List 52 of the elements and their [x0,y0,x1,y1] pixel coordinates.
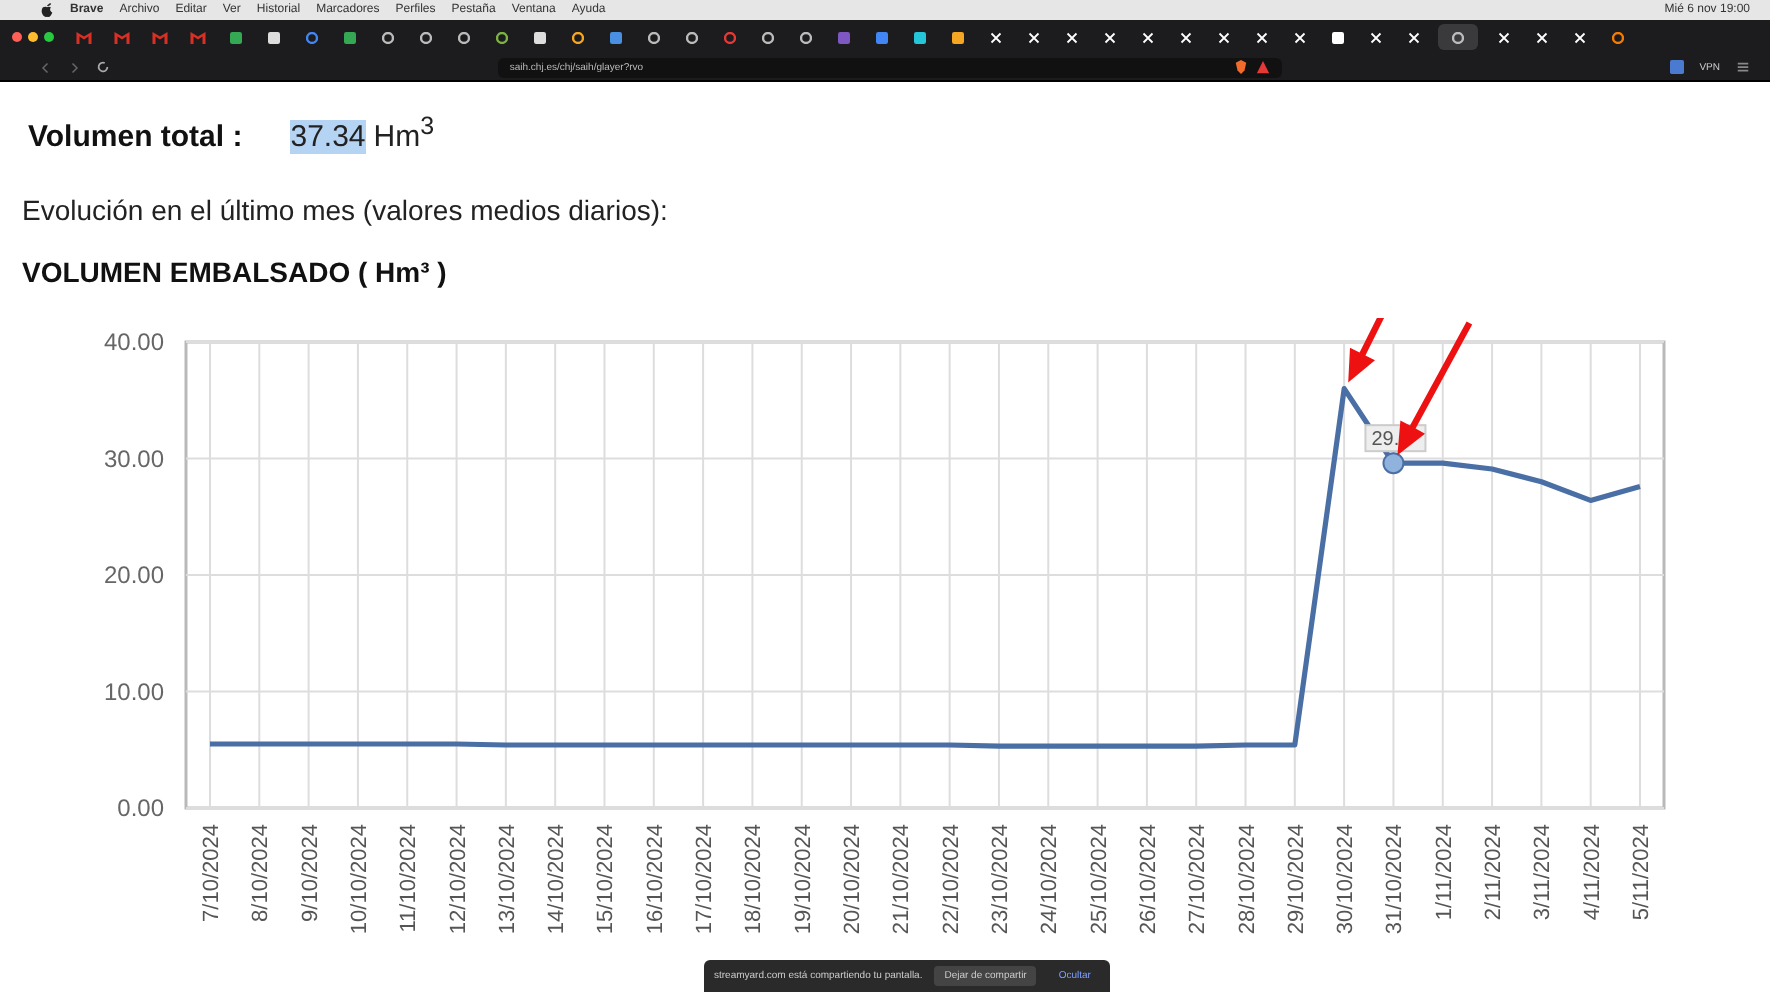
x-tick-label: 24/10/2024 [1038,824,1063,935]
x-tick-label: 9/10/2024 [298,824,323,922]
x-tick-label: 22/10/2024 [939,824,964,935]
x-tick-label: 18/10/2024 [742,824,767,935]
back-icon[interactable] [40,61,52,73]
tooltip-value: 29. [1371,429,1400,452]
chart-title: VOLUMEN EMBALSADO ( Hm³ ) [22,256,449,288]
x-tick-label: 25/10/2024 [1087,824,1112,935]
warning-icon[interactable] [1255,60,1270,74]
x-tick-label: 23/10/2024 [988,824,1013,935]
y-tick-label: 20.00 [103,561,164,589]
x-tick-label: 14/10/2024 [545,824,570,935]
x-tick-label: 28/10/2024 [1235,824,1260,935]
total-label: Volumen total : [28,120,243,154]
y-tick-label: 30.00 [103,444,164,473]
shield-icon[interactable] [1233,60,1248,74]
x-tick-label: 16/10/2024 [643,824,668,935]
x-tick-label: 12/10/2024 [446,824,471,935]
y-tick-label: 40.00 [103,328,164,356]
x-tick-label: 21/10/2024 [890,824,915,935]
x-tick-label: 15/10/2024 [594,824,619,935]
x-tick-label: 10/10/2024 [347,824,372,935]
x-tick-label: 31/10/2024 [1383,824,1408,935]
reload-icon[interactable] [96,60,110,74]
y-tick-label: 0.00 [117,794,164,822]
x-tick-label: 11/10/2024 [397,824,422,933]
y-tick-label: 10.00 [103,677,164,706]
x-tick-label: 19/10/2024 [791,824,816,935]
x-tick-label: 20/10/2024 [841,824,866,935]
x-tick-label: 4/11/2024 [1580,824,1605,921]
extension-icon[interactable] [1669,60,1684,74]
x-tick-label: 26/10/2024 [1136,824,1161,935]
x-tick-label: 27/10/2024 [1186,824,1211,935]
x-tick-label: 13/10/2024 [495,824,520,935]
x-tick-label: 5/11/2024 [1630,824,1654,921]
x-tick-label: 30/10/2024 [1334,824,1359,935]
x-tick-label: 8/10/2024 [249,824,274,922]
subtitle: Evolución en el último mes (valores medios diarios): [22,194,670,226]
x-tick-label: 7/10/2024 [200,824,224,922]
apple-icon[interactable] [40,2,54,18]
browser-tab[interactable] [1438,24,1478,50]
point-marker [1382,452,1405,475]
x-tick-label: 17/10/2024 [693,824,718,935]
unit-text: Hm$^{3}$ [373,112,435,154]
x-tick-label: 2/11/2024 [1482,824,1507,921]
total-value: 37.34 [290,120,366,154]
window-controls[interactable] [12,32,54,42]
menu-icon[interactable] [1736,60,1750,74]
x-tick-label: 3/11/2024 [1531,824,1556,921]
x-tick-label: 29/10/2024 [1284,824,1309,935]
x-tick-label: 1/11/2024 [1432,824,1457,921]
forward-icon[interactable] [68,61,80,73]
